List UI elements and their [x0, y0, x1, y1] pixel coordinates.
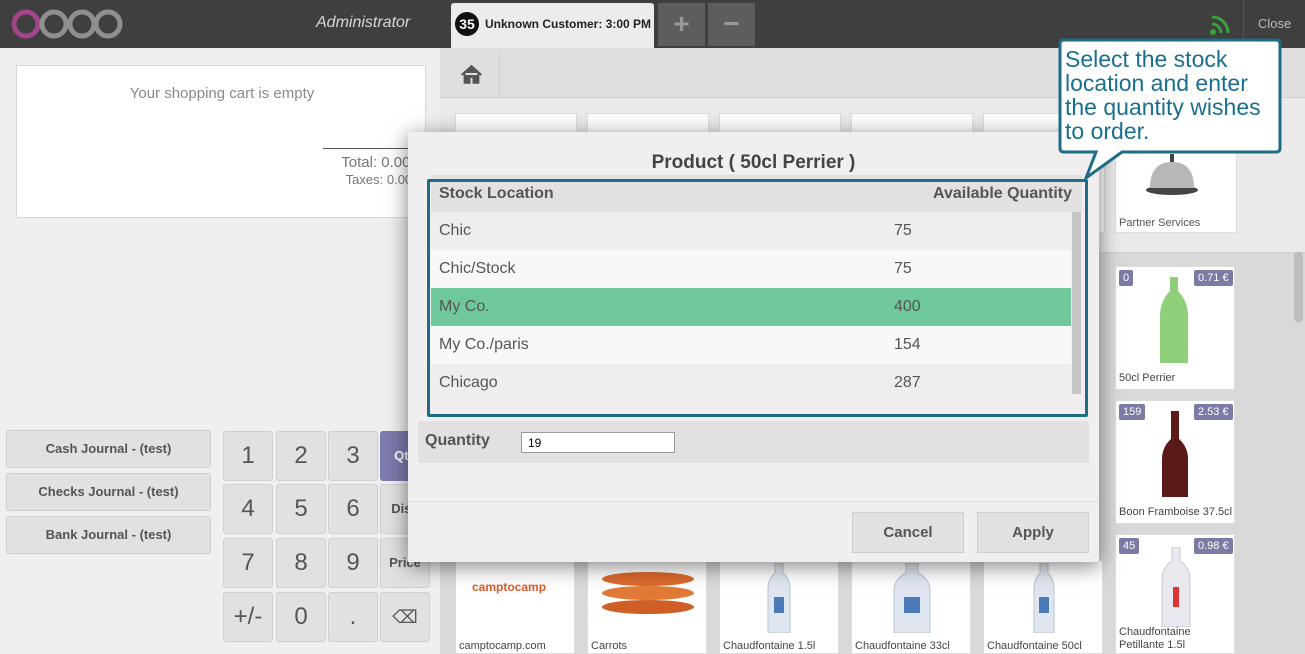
- numpad-2[interactable]: 2: [276, 431, 326, 481]
- bottle-icon: [1160, 277, 1188, 363]
- product-name: Carrots: [591, 640, 628, 652]
- category-label: Partner Services: [1119, 217, 1201, 229]
- bottle-icon: [1033, 563, 1055, 633]
- user-name: Administrator: [316, 14, 411, 31]
- product-name: Chaudfontaine Petillante 1.5l: [1119, 626, 1191, 651]
- popup-footer-divider: [408, 501, 1099, 502]
- numpad-7[interactable]: 7: [223, 538, 273, 588]
- bottle-icon: [1162, 411, 1188, 497]
- numpad-5[interactable]: 5: [276, 484, 326, 534]
- quantity-row: [418, 421, 1089, 463]
- numpad-0[interactable]: 0: [276, 592, 326, 642]
- apply-button[interactable]: Apply: [977, 512, 1089, 553]
- product-name: Chaudfontaine 1.5l: [723, 640, 816, 652]
- close-button[interactable]: Close: [1258, 16, 1291, 31]
- connection-status-icon: [1210, 15, 1230, 35]
- add-order-button[interactable]: +: [658, 3, 705, 46]
- numpad-3[interactable]: 3: [328, 431, 378, 481]
- quantity-label: Quantity: [425, 432, 490, 449]
- payment-checks-journal[interactable]: Checks Journal - (test): [6, 473, 211, 511]
- product-list-scrollbar[interactable]: [1294, 252, 1303, 322]
- numpad-9[interactable]: 9: [328, 538, 378, 588]
- cart-empty-message: Your shopping cart is empty: [129, 85, 315, 102]
- numpad-plusminus[interactable]: +/-: [223, 592, 273, 642]
- numpad-4[interactable]: 4: [223, 484, 273, 534]
- bottle-icon: [767, 563, 791, 633]
- product-price-tag: 0.98 €: [1194, 538, 1233, 554]
- order-cart: Your shopping cart is empty Total: 0.00 …: [16, 65, 426, 218]
- bottle-icon: [893, 563, 931, 633]
- callout-text: Select the stock location and enter the …: [1065, 46, 1261, 144]
- home-icon[interactable]: [444, 50, 500, 96]
- numpad-6[interactable]: 6: [328, 484, 378, 534]
- popup-title: Product ( 50cl Perrier ): [651, 152, 856, 173]
- order-name: Unknown Customer: 3:00 PM: [485, 17, 652, 31]
- odoo-logo: [11, 9, 123, 39]
- order-number-badge: 35: [455, 12, 479, 36]
- payment-cash-journal[interactable]: Cash Journal - (test): [6, 430, 211, 468]
- bottle-icon: [1161, 547, 1191, 627]
- product-name: 50cl Perrier: [1119, 372, 1176, 384]
- quantity-input[interactable]: [521, 432, 675, 453]
- numpad-8[interactable]: 8: [276, 538, 326, 588]
- product-stock-badge: 159: [1119, 404, 1146, 420]
- product-price-tag: 2.53 €: [1194, 404, 1233, 420]
- camptocamp-logo: camptocamp: [472, 580, 547, 594]
- delete-order-button[interactable]: −: [708, 3, 755, 46]
- table-highlight-frame: [427, 179, 1088, 417]
- product-name: Chaudfontaine 50cl: [987, 640, 1082, 652]
- payment-bank-journal[interactable]: Bank Journal - (test): [6, 516, 211, 554]
- product-price-tag: 0.71 €: [1194, 270, 1233, 286]
- product-stock-badge: 0: [1119, 270, 1134, 286]
- numpad-dot[interactable]: .: [328, 592, 378, 642]
- product-name: Boon Framboise 37.5cl: [1119, 506, 1233, 518]
- product-name: camptocamp.com: [459, 640, 546, 652]
- backspace-icon[interactable]: ⌫: [380, 592, 430, 642]
- carrots-icon: [602, 572, 694, 614]
- product-name: Chaudfontaine 33cl: [855, 640, 950, 652]
- cancel-button[interactable]: Cancel: [852, 512, 964, 553]
- numpad-1[interactable]: 1: [223, 431, 273, 481]
- product-stock-badge: 45: [1119, 538, 1140, 554]
